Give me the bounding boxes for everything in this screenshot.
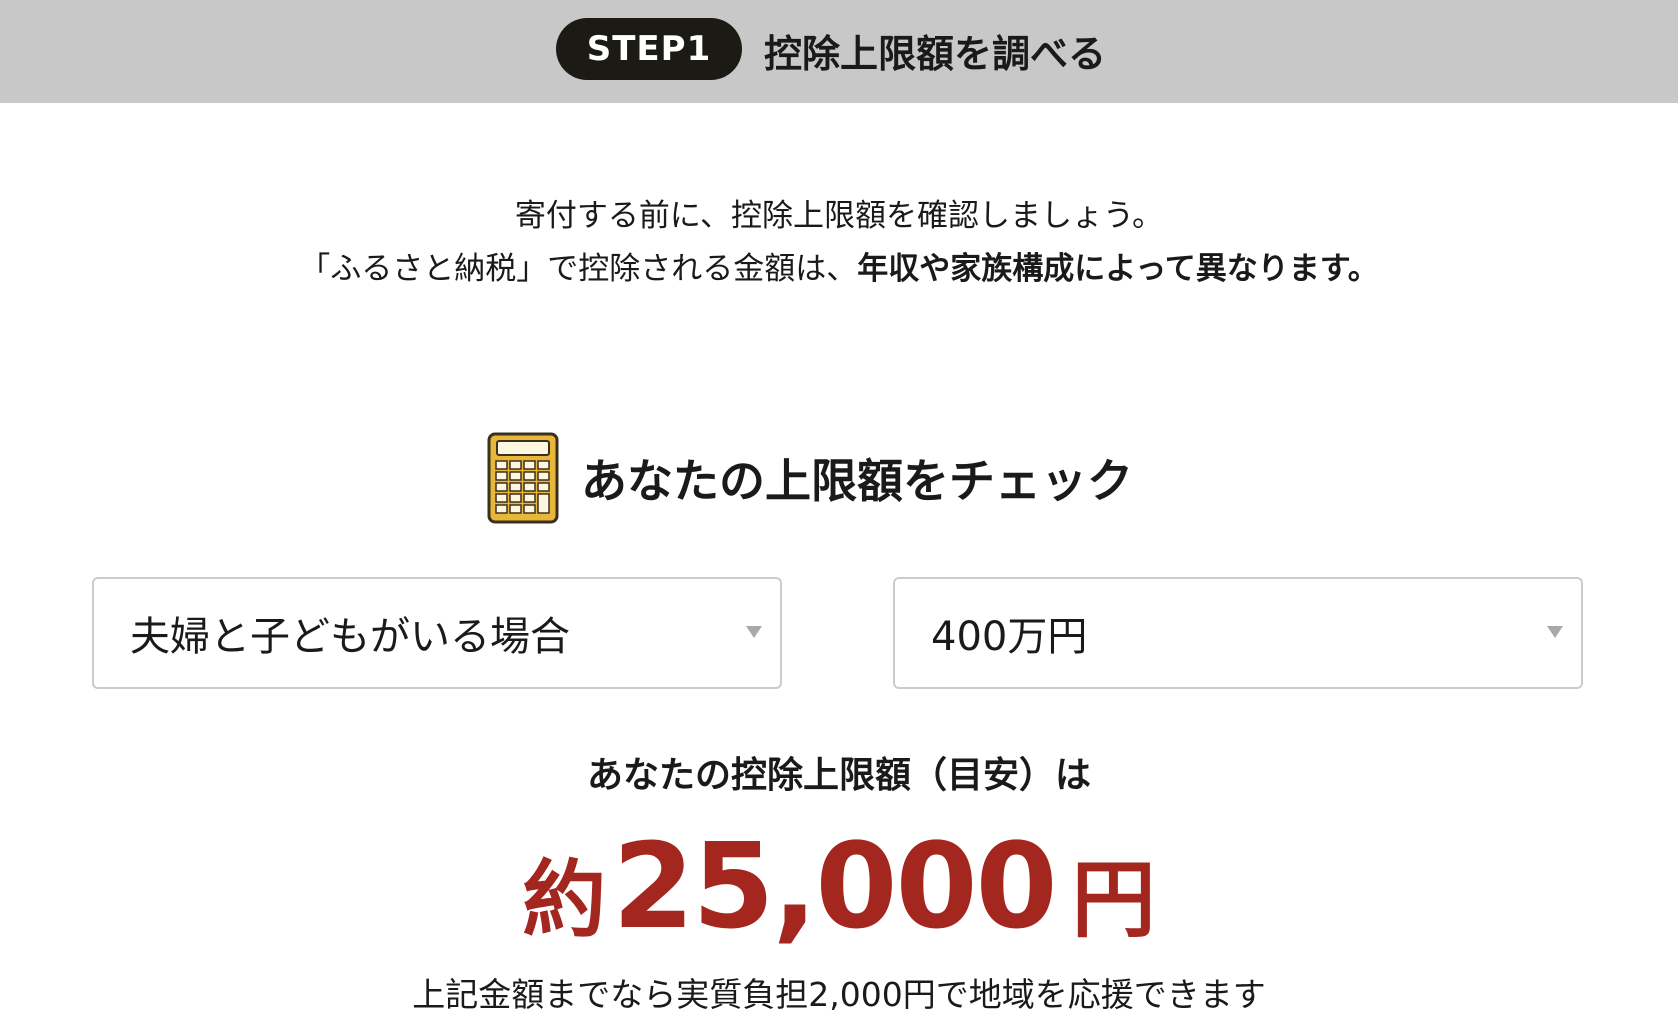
result-label: あなたの控除上限額（目安）は bbox=[586, 755, 1091, 796]
intro-line-2-bold: 年収や家族構成によって異なります。 bbox=[857, 251, 1379, 287]
chevron-down-icon bbox=[746, 626, 762, 638]
intro-line-2: 「ふるさと納税」で控除される金額は、年収や家族構成によって異なります。 bbox=[0, 243, 1678, 296]
amount-value: 25,000 bbox=[612, 817, 1057, 955]
calculator-icon bbox=[487, 432, 559, 524]
chevron-down-icon bbox=[1547, 626, 1563, 638]
checker-heading: あなたの上限額をチェック bbox=[487, 432, 1133, 524]
amount-unit: 円 bbox=[1071, 851, 1156, 949]
family-structure-select[interactable]: 夫婦と子どもがいる場合 bbox=[92, 577, 782, 689]
annual-income-select[interactable]: 400万円 bbox=[893, 577, 1583, 689]
intro-line-2-normal: 「ふるさと納税」で控除される金額は、 bbox=[299, 251, 858, 287]
annual-income-value: 400万円 bbox=[931, 614, 1088, 660]
intro-text: 寄付する前に、控除上限額を確認しましょう。 「ふるさと納税」で控除される金額は、… bbox=[0, 190, 1678, 296]
deduction-amount: 約 25,000 円 bbox=[0, 820, 1678, 950]
family-structure-value: 夫婦と子どもがいる場合 bbox=[130, 614, 570, 660]
amount-prefix: 約 bbox=[522, 851, 607, 949]
step-title: 控除上限額を調べる bbox=[764, 31, 1107, 76]
step-badge: STEP1 bbox=[556, 18, 742, 80]
checker-title: あなたの上限額をチェック bbox=[581, 454, 1133, 508]
step-header-bar: STEP1 控除上限額を調べる bbox=[0, 0, 1678, 103]
result-note: 上記金額までなら実質負担2,000円で地域を応援できます bbox=[412, 975, 1266, 1014]
intro-line-1: 寄付する前に、控除上限額を確認しましょう。 bbox=[514, 198, 1164, 234]
